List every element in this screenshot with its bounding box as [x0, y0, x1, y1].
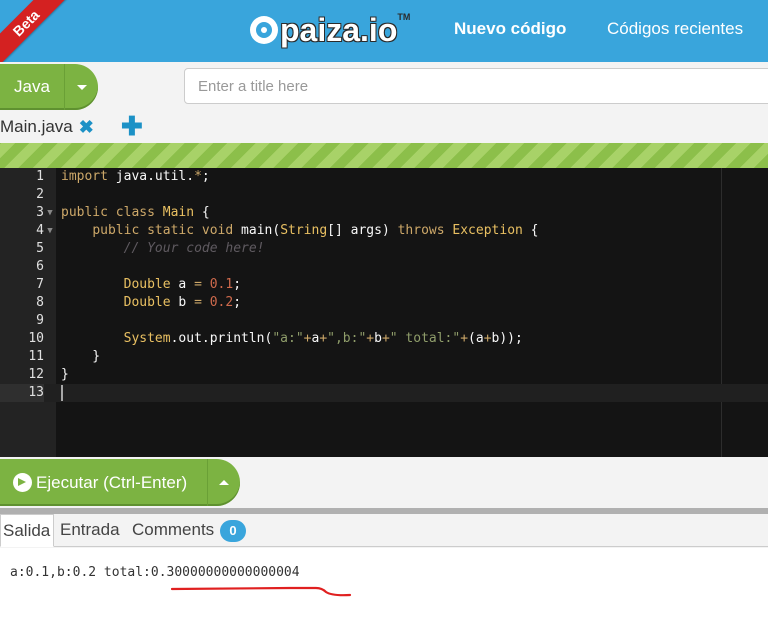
- run-button[interactable]: Ejecutar (Ctrl-Enter): [0, 459, 207, 506]
- red-underline-stroke: [170, 586, 352, 597]
- code-text[interactable]: import java.util.*;: [61, 168, 210, 186]
- line-number: 12: [28, 367, 44, 382]
- code-line[interactable]: 9: [0, 312, 768, 330]
- code-text[interactable]: Double b = 0.2;: [61, 294, 241, 312]
- tab-comments[interactable]: Comments: [130, 514, 216, 547]
- line-number: 3: [36, 205, 44, 220]
- code-line[interactable]: 2: [0, 186, 768, 204]
- code-text[interactable]: public class Main {: [61, 204, 210, 222]
- code-line[interactable]: 10 System.out.println("a:"+a+",b:"+b+" t…: [0, 330, 768, 348]
- comments-count-badge: 0: [220, 520, 246, 542]
- file-tab-main-java[interactable]: Main.java ✖: [0, 115, 94, 139]
- code-line[interactable]: 1 import java.util.*;: [0, 168, 768, 186]
- code-line[interactable]: 6: [0, 258, 768, 276]
- code-line[interactable]: 3 ▼ public class Main {: [0, 204, 768, 222]
- beta-ribbon: Beta: [0, 0, 71, 62]
- nav-recent-codes-link[interactable]: Códigos recientes: [607, 19, 743, 39]
- line-number: 11: [28, 349, 44, 364]
- code-text[interactable]: }: [61, 366, 69, 384]
- code-text[interactable]: // Your code here!: [61, 240, 265, 258]
- red-underline-annotation: [170, 586, 352, 597]
- language-label[interactable]: Java: [0, 77, 64, 97]
- line-number: 13: [0, 384, 44, 402]
- file-tab-label[interactable]: Main.java: [0, 117, 73, 137]
- code-line[interactable]: 8 Double b = 0.2;: [0, 294, 768, 312]
- line-number: 7: [36, 277, 44, 292]
- title-input[interactable]: [184, 68, 768, 104]
- line-number: 5: [36, 241, 44, 256]
- output-panel: a:0.1,b:0.2 total:0.30000000000000004: [0, 548, 768, 618]
- close-icon[interactable]: ✖: [79, 117, 94, 138]
- line-number: 2: [36, 187, 44, 202]
- line-number: 1: [36, 169, 44, 184]
- line-number: 4: [36, 223, 44, 238]
- line-number: 9: [36, 313, 44, 328]
- code-text[interactable]: Double a = 0.1;: [61, 276, 241, 294]
- program-output: a:0.1,b:0.2 total:0.30000000000000004: [10, 565, 300, 580]
- line-number: 6: [36, 259, 44, 274]
- code-text[interactable]: public static void main(String[] args) t…: [61, 222, 538, 240]
- logo-trademark: TM: [397, 11, 411, 22]
- line-number: 8: [36, 295, 44, 310]
- play-circle-icon: [13, 473, 32, 492]
- code-text[interactable]: }: [61, 348, 100, 366]
- paiza-logo-icon: [250, 16, 278, 44]
- logo-text: paiza.ioTM: [280, 11, 411, 48]
- line-number: 10: [28, 331, 44, 346]
- language-dropdown-toggle[interactable]: [65, 84, 98, 90]
- text-cursor: [61, 384, 63, 401]
- code-editor[interactable]: 1 import java.util.*; 2 3 ▼ public class Main…: [0, 168, 768, 457]
- language-selector[interactable]: Java: [0, 64, 98, 110]
- code-line[interactable]: 5 // Your code here!: [0, 240, 768, 258]
- output-tabs: Salida Entrada Comments: [0, 514, 768, 547]
- nav-new-code-link[interactable]: Nuevo código: [454, 19, 566, 39]
- code-line[interactable]: 13: [0, 384, 768, 402]
- code-line[interactable]: 12}: [0, 366, 768, 384]
- top-header: Beta paiza.ioTM Nuevo código Códigos rec…: [0, 0, 768, 62]
- code-line[interactable]: 4 ▼ public static void main(String[] args…: [0, 222, 768, 240]
- chevron-up-icon: [219, 480, 229, 485]
- fold-toggle-icon[interactable]: ▼: [44, 222, 56, 240]
- chevron-down-icon: [76, 84, 87, 90]
- code-line[interactable]: 11 }: [0, 348, 768, 366]
- run-options-toggle[interactable]: [208, 480, 240, 485]
- paiza-logo[interactable]: paiza.ioTM: [250, 12, 410, 48]
- editor-top-stripe: [0, 143, 768, 168]
- code-text[interactable]: System.out.println("a:"+a+",b:"+b+" tota…: [61, 330, 523, 348]
- run-button-group[interactable]: Ejecutar (Ctrl-Enter): [0, 459, 240, 506]
- code-line[interactable]: 7 Double a = 0.1;: [0, 276, 768, 294]
- add-file-icon[interactable]: ✚: [121, 112, 143, 140]
- fold-toggle-icon[interactable]: ▼: [44, 204, 56, 222]
- code-text[interactable]: [61, 384, 63, 402]
- code-lines[interactable]: 1 import java.util.*; 2 3 ▼ public class Main…: [0, 168, 768, 402]
- tab-entrada[interactable]: Entrada: [58, 514, 122, 547]
- run-button-label: Ejecutar (Ctrl-Enter): [36, 472, 188, 492]
- tab-salida[interactable]: Salida: [0, 514, 54, 547]
